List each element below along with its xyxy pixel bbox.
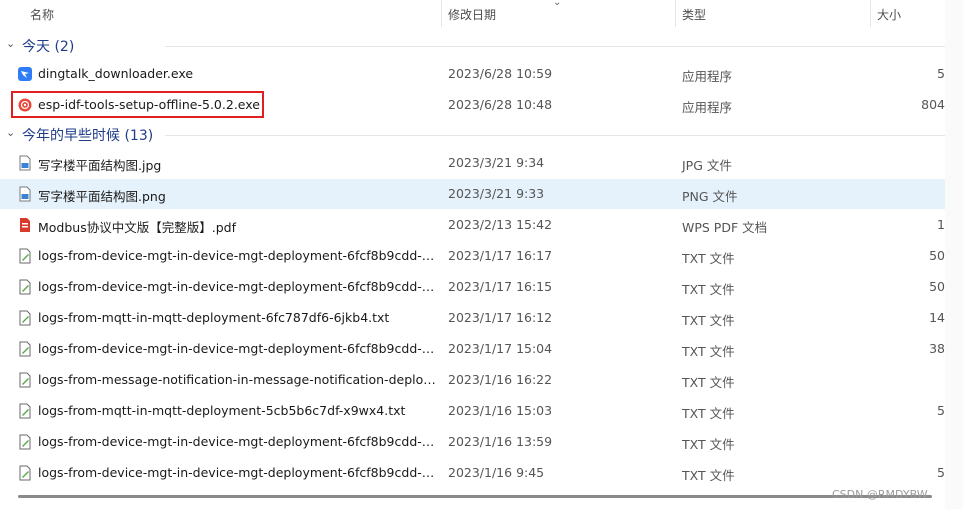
file-type: TXT 文件 <box>682 251 735 266</box>
file-name: logs-from-mqtt-in-mqtt-deployment-5cb5b6… <box>38 403 406 418</box>
column-divider[interactable] <box>675 0 676 27</box>
file-date: 2023/1/16 13:59 <box>448 434 553 449</box>
vertical-scrollbar[interactable] <box>945 0 963 509</box>
red-highlight-box <box>11 91 264 118</box>
file-name: logs-from-device-mgt-in-device-mgt-deplo… <box>38 248 436 263</box>
file-row[interactable]: logs-from-mqtt-in-mqtt-deployment-5cb5b6… <box>0 396 945 426</box>
column-header-type[interactable]: 类型 <box>682 6 706 23</box>
file-date: 2023/1/16 15:03 <box>448 403 553 418</box>
file-size: 38 <box>929 341 945 356</box>
file-row[interactable]: logs-from-device-mgt-in-device-mgt-deplo… <box>0 334 945 364</box>
file-row[interactable]: logs-from-mqtt-in-mqtt-deployment-6fc787… <box>0 303 945 333</box>
file-size: 50 <box>929 279 945 294</box>
image-file-icon <box>19 155 31 171</box>
file-row[interactable]: dingtalk_downloader.exe 2023/6/28 10:59 … <box>0 59 945 89</box>
file-name: 写字楼平面结构图.jpg <box>38 158 162 173</box>
file-date: 2023/6/28 10:59 <box>448 66 553 81</box>
file-date: 2023/1/16 9:45 <box>448 465 545 480</box>
file-size: 5 <box>937 66 945 81</box>
file-type: TXT 文件 <box>682 313 735 328</box>
group-title: 今天 (2) <box>22 39 75 55</box>
file-row[interactable]: Modbus协议中文版【完整版】.pdf 2023/2/13 15:42 WPS… <box>0 210 945 240</box>
sort-chevron-icon: ⌄ <box>553 0 562 8</box>
file-name: logs-from-device-mgt-in-device-mgt-deplo… <box>38 279 436 294</box>
column-header-size[interactable]: 大小 <box>877 6 901 23</box>
group-divider <box>165 46 945 47</box>
file-name: dingtalk_downloader.exe <box>38 66 194 81</box>
file-size: 804 <box>921 97 945 112</box>
text-file-icon <box>19 341 31 357</box>
file-type: TXT 文件 <box>682 282 735 297</box>
file-date: 2023/1/16 16:22 <box>448 372 553 387</box>
file-name: logs-from-device-mgt-in-device-mgt-deplo… <box>38 341 436 356</box>
group-header-earlier-this-year[interactable]: ⌄ 今年的早些时候 (13) <box>0 124 945 146</box>
group-title: 今年的早些时候 (13) <box>22 128 154 144</box>
file-type: TXT 文件 <box>682 468 735 483</box>
file-name: Modbus协议中文版【完整版】.pdf <box>38 220 236 235</box>
column-header-date[interactable]: 修改日期 <box>448 6 496 23</box>
file-type: 应用程序 <box>682 100 733 115</box>
dingtalk-exe-icon <box>18 67 32 81</box>
file-date: 2023/3/21 9:33 <box>448 186 545 201</box>
file-date: 2023/2/13 15:42 <box>448 217 553 232</box>
file-row[interactable]: logs-from-message-notification-in-messag… <box>0 365 945 395</box>
text-file-icon <box>19 310 31 326</box>
file-name: logs-from-message-notification-in-messag… <box>38 372 436 387</box>
file-type: TXT 文件 <box>682 344 735 359</box>
group-divider <box>165 135 945 136</box>
image-file-icon <box>19 186 31 202</box>
file-size: 1 <box>937 217 945 232</box>
file-name: 写字楼平面结构图.png <box>38 189 166 204</box>
text-file-icon <box>19 279 31 295</box>
file-date: 2023/6/28 10:48 <box>448 97 553 112</box>
file-row[interactable]: logs-from-device-mgt-in-device-mgt-deplo… <box>0 272 945 302</box>
file-date: 2023/1/17 16:17 <box>448 248 553 263</box>
text-file-icon <box>19 465 31 481</box>
file-date: 2023/1/17 16:12 <box>448 310 553 325</box>
horizontal-scrollbar[interactable] <box>18 495 932 498</box>
column-divider[interactable] <box>441 0 442 27</box>
file-row[interactable]: 写字楼平面结构图.jpg 2023/3/21 9:34 JPG 文件 <box>0 148 945 178</box>
file-size: 5 <box>937 403 945 418</box>
file-type: TXT 文件 <box>682 375 735 390</box>
file-name: logs-from-device-mgt-in-device-mgt-deplo… <box>38 465 436 480</box>
collapse-chevron-icon[interactable]: ⌄ <box>6 126 15 139</box>
collapse-chevron-icon[interactable]: ⌄ <box>6 37 15 50</box>
file-type: TXT 文件 <box>682 406 735 421</box>
file-type: WPS PDF 文档 <box>682 220 768 235</box>
file-date: 2023/1/17 15:04 <box>448 341 553 356</box>
file-row[interactable]: logs-from-device-mgt-in-device-mgt-deplo… <box>0 241 945 271</box>
pdf-file-icon <box>20 218 30 232</box>
file-type: TXT 文件 <box>682 437 735 452</box>
file-date: 2023/3/21 9:34 <box>448 155 545 170</box>
file-type: PNG 文件 <box>682 189 738 204</box>
watermark: CSDN @RMDYBW <box>832 488 928 501</box>
file-size: 50 <box>929 248 945 263</box>
file-type: JPG 文件 <box>682 158 732 173</box>
group-header-today[interactable]: ⌄ 今天 (2) <box>0 35 945 57</box>
file-name: logs-from-mqtt-in-mqtt-deployment-6fc787… <box>38 310 390 325</box>
file-size: 5 <box>937 465 945 480</box>
file-row-selected[interactable]: 写字楼平面结构图.png 2023/3/21 9:33 PNG 文件 <box>0 179 945 209</box>
file-row[interactable]: logs-from-device-mgt-in-device-mgt-deplo… <box>0 427 945 457</box>
column-divider[interactable] <box>870 0 871 27</box>
file-size: 14 <box>929 310 945 325</box>
file-date: 2023/1/17 16:15 <box>448 279 553 294</box>
file-row[interactable]: logs-from-device-mgt-in-device-mgt-deplo… <box>0 458 945 488</box>
text-file-icon <box>19 434 31 450</box>
column-header-name[interactable]: 名称 <box>30 6 54 23</box>
text-file-icon <box>19 372 31 388</box>
file-type: 应用程序 <box>682 69 733 84</box>
text-file-icon <box>19 403 31 419</box>
file-name: logs-from-device-mgt-in-device-mgt-deplo… <box>38 434 436 449</box>
text-file-icon <box>19 248 31 264</box>
column-header-bar: 名称 ⌄ 修改日期 类型 大小 <box>0 0 945 27</box>
